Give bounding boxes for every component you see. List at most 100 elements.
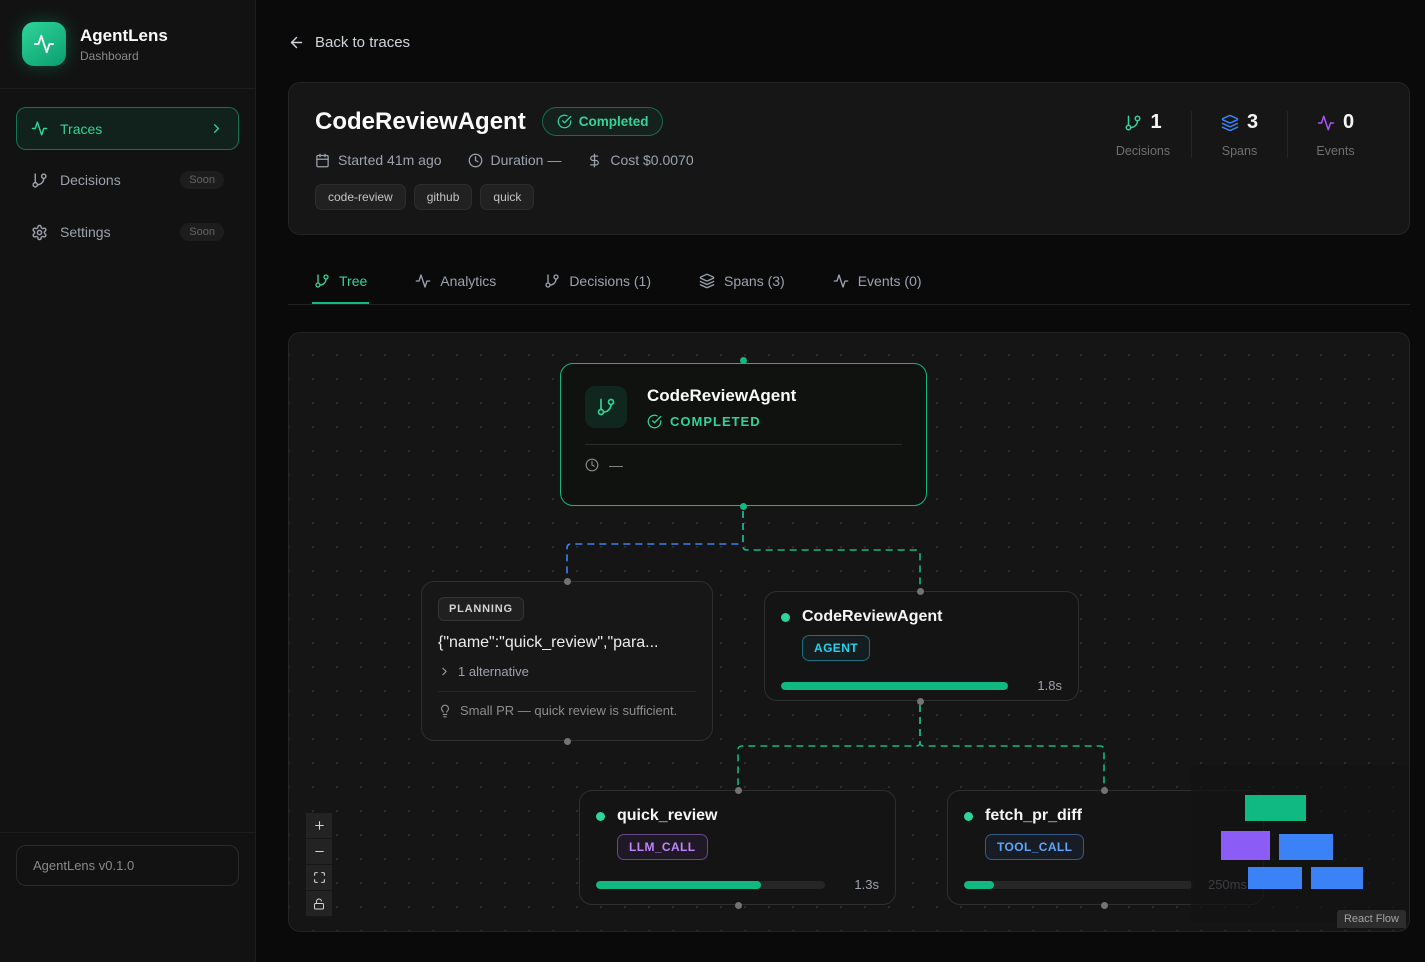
sidebar-item-decisions[interactable]: Decisions Soon bbox=[16, 158, 239, 202]
trace-header-card: CodeReviewAgent Completed Started 41m ag… bbox=[288, 82, 1410, 235]
span-type-badge: AGENT bbox=[802, 635, 870, 661]
stat-label: Spans bbox=[1192, 144, 1287, 158]
clock-icon bbox=[585, 458, 599, 472]
alternatives-expander[interactable]: 1 alternative bbox=[438, 664, 696, 679]
activity-icon bbox=[31, 120, 48, 137]
stat-events: 0 Events bbox=[1287, 111, 1383, 158]
chevron-right-icon bbox=[438, 665, 451, 678]
minimap-node-tool bbox=[1311, 867, 1363, 889]
planning-badge: PLANNING bbox=[438, 597, 524, 621]
flow-canvas[interactable]: CodeReviewAgent COMPLETED — PLANNING {"n… bbox=[288, 332, 1410, 932]
app-subtitle: Dashboard bbox=[80, 49, 168, 63]
soon-badge: Soon bbox=[180, 171, 224, 189]
flow-minimap[interactable] bbox=[1191, 765, 1410, 923]
cost-meta: Cost $0.0070 bbox=[587, 152, 693, 168]
duration-label: 1.3s bbox=[837, 877, 879, 892]
sidebar-nav: Traces Decisions Soon Settings Soon bbox=[0, 89, 255, 280]
tags-row: code-review github quick bbox=[315, 184, 1383, 210]
flow-controls bbox=[306, 813, 332, 917]
stat-value: 1 bbox=[1150, 111, 1161, 134]
node-duration: — bbox=[585, 457, 902, 473]
chevron-right-icon bbox=[209, 121, 224, 136]
app-version: AgentLens v0.1.0 bbox=[16, 845, 239, 886]
minus-icon bbox=[313, 845, 326, 858]
tab-analytics[interactable]: Analytics bbox=[413, 263, 498, 304]
back-link-label: Back to traces bbox=[315, 34, 410, 51]
stat-value: 0 bbox=[1343, 111, 1354, 134]
git-branch-icon bbox=[1124, 114, 1142, 132]
soon-badge: Soon bbox=[180, 223, 224, 241]
node-title: CodeReviewAgent bbox=[647, 386, 796, 406]
duration-bar bbox=[596, 881, 825, 889]
dollar-icon bbox=[587, 153, 602, 168]
sidebar-item-label: Decisions bbox=[60, 172, 168, 188]
node-handle bbox=[735, 902, 742, 909]
calendar-icon bbox=[315, 153, 330, 168]
fit-view-button[interactable] bbox=[306, 865, 332, 891]
node-root-codereviewagent[interactable]: CodeReviewAgent COMPLETED — bbox=[560, 363, 927, 506]
back-to-traces-link[interactable]: Back to traces bbox=[288, 34, 410, 51]
zoom-out-button[interactable] bbox=[306, 839, 332, 865]
react-flow-attribution: React Flow bbox=[1337, 910, 1406, 928]
stat-label: Events bbox=[1288, 144, 1383, 158]
duration-label: 1.8s bbox=[1020, 678, 1062, 693]
node-llm-quick-review[interactable]: quick_review LLM_CALL 1.3s bbox=[579, 790, 896, 905]
node-handle bbox=[740, 503, 747, 510]
decision-code: {"name":"quick_review","para... bbox=[438, 634, 696, 652]
sidebar: AgentLens Dashboard Traces Decisions Soo… bbox=[0, 0, 256, 962]
status-badge: Completed bbox=[542, 107, 664, 136]
minimap-node-llm bbox=[1248, 867, 1302, 889]
layers-icon bbox=[1221, 114, 1239, 132]
app-title: AgentLens bbox=[80, 26, 168, 46]
status-dot bbox=[781, 613, 790, 622]
app-logo-icon bbox=[22, 22, 66, 66]
trace-stats: 1 Decisions 3 Spans 0 Events bbox=[1095, 111, 1383, 158]
check-circle-icon bbox=[557, 114, 572, 129]
tag: code-review bbox=[315, 184, 406, 210]
lock-button[interactable] bbox=[306, 891, 332, 917]
check-circle-icon bbox=[647, 414, 662, 429]
activity-icon bbox=[833, 273, 849, 289]
zoom-in-button[interactable] bbox=[306, 813, 332, 839]
activity-icon bbox=[415, 273, 431, 289]
duration-bar bbox=[781, 682, 1008, 690]
tab-events[interactable]: Events (0) bbox=[831, 263, 924, 304]
node-title: CodeReviewAgent bbox=[802, 608, 942, 626]
lock-icon bbox=[313, 898, 325, 910]
git-branch-icon bbox=[31, 172, 48, 189]
status-label: Completed bbox=[579, 114, 649, 129]
tag: quick bbox=[480, 184, 534, 210]
edge-agent-tool bbox=[920, 705, 1104, 785]
brand: AgentLens Dashboard bbox=[0, 0, 255, 89]
sidebar-item-label: Settings bbox=[60, 224, 168, 240]
edge-root-planning bbox=[567, 511, 743, 580]
duration-bar bbox=[964, 881, 1193, 889]
span-type-badge: TOOL_CALL bbox=[985, 834, 1084, 860]
node-planning-decision[interactable]: PLANNING {"name":"quick_review","para...… bbox=[421, 581, 713, 741]
tab-tree[interactable]: Tree bbox=[312, 263, 369, 304]
git-branch-icon bbox=[544, 273, 560, 289]
status-dot bbox=[964, 812, 973, 821]
node-handle bbox=[917, 588, 924, 595]
tab-decisions[interactable]: Decisions (1) bbox=[542, 263, 653, 304]
node-title: quick_review bbox=[617, 807, 718, 825]
node-handle bbox=[740, 357, 747, 364]
sidebar-item-traces[interactable]: Traces bbox=[16, 107, 239, 150]
edge-agent-llm bbox=[738, 705, 920, 785]
span-type-badge: LLM_CALL bbox=[617, 834, 708, 860]
tab-spans[interactable]: Spans (3) bbox=[697, 263, 787, 304]
node-handle bbox=[917, 698, 924, 705]
main-content: Back to traces CodeReviewAgent Completed… bbox=[256, 0, 1425, 932]
node-status: COMPLETED bbox=[647, 414, 796, 429]
arrow-left-icon bbox=[288, 34, 305, 51]
git-branch-icon bbox=[314, 273, 330, 289]
minimap-node-planning bbox=[1221, 831, 1270, 860]
stat-decisions: 1 Decisions bbox=[1095, 111, 1191, 158]
tab-bar: Tree Analytics Decisions (1) Spans (3) E… bbox=[288, 263, 1410, 305]
node-handle bbox=[1101, 902, 1108, 909]
decision-reason: Small PR — quick review is sufficient. bbox=[438, 703, 696, 718]
sidebar-item-settings[interactable]: Settings Soon bbox=[16, 210, 239, 254]
sidebar-footer: AgentLens v0.1.0 bbox=[0, 832, 255, 898]
node-handle bbox=[564, 578, 571, 585]
node-agent-codereviewagent[interactable]: CodeReviewAgent AGENT 1.8s bbox=[764, 591, 1079, 701]
